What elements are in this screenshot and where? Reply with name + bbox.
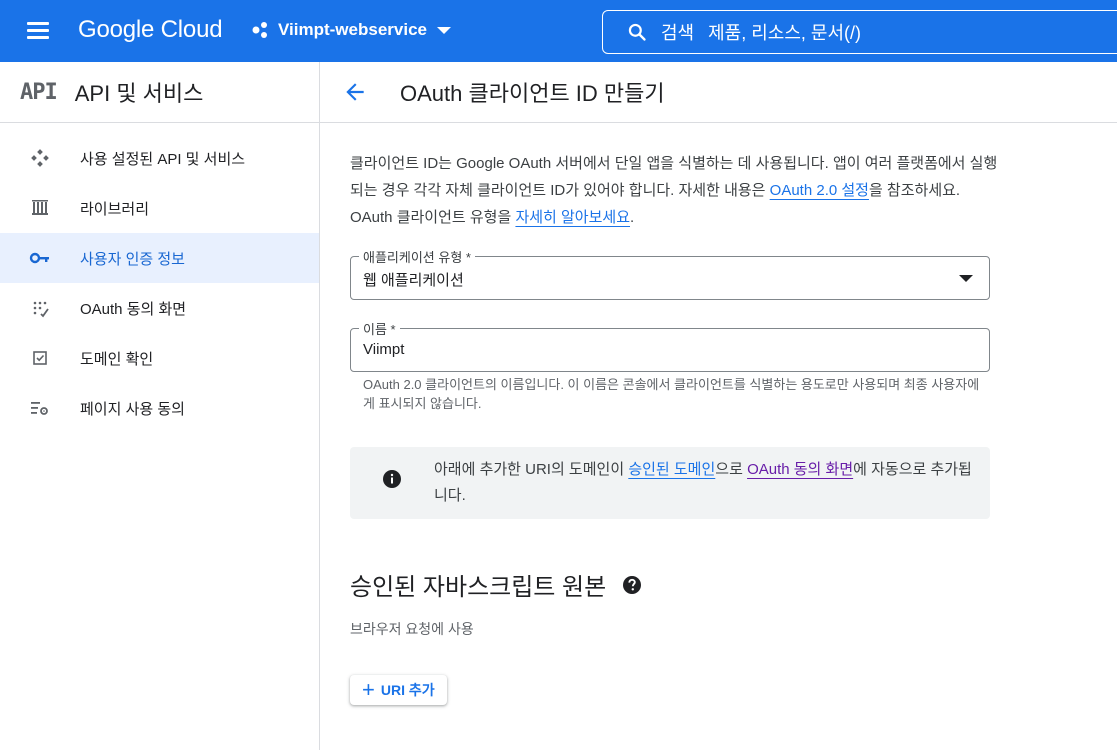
sidebar-item-domain-verification[interactable]: 도메인 확인 (0, 333, 319, 383)
sidebar-item-credentials[interactable]: 사용자 인증 정보 (0, 233, 319, 283)
checkbox-icon (0, 348, 80, 368)
search-input[interactable]: 검색 제품, 리소스, 문서(/) (602, 10, 1117, 54)
section-subtitle: 브라우저 요청에 사용 (350, 621, 474, 637)
name-label: 이름 * (359, 319, 400, 338)
search-placeholder: 검색 제품, 리소스, 문서(/) (661, 23, 862, 43)
hamburger-menu-icon[interactable] (24, 19, 54, 43)
application-type-label: 애플리케이션 유형 * (359, 247, 475, 266)
left-sidebar: API API 및 서비스 사용 설정된 API 및 서비스 라이브러리 사용자… (0, 62, 320, 750)
info-part: 아래에 추가한 URI의 도메인이 (434, 461, 629, 478)
info-part: 으로 (715, 461, 748, 478)
project-name: Viimpt-webservice (278, 20, 427, 39)
chevron-down-icon (436, 26, 451, 34)
help-icon[interactable] (622, 575, 642, 595)
sidebar-header: API API 및 서비스 (0, 62, 319, 123)
name-value[interactable]: Viimpt (363, 341, 404, 358)
sidebar-item-page-usage-agreement[interactable]: 페이지 사용 동의 (0, 383, 319, 433)
sidebar-item-label: 도메인 확인 (80, 350, 154, 368)
sidebar-item-label: 사용자 인증 정보 (80, 250, 185, 268)
application-type-value: 웹 애플리케이션 (363, 272, 464, 289)
dropdown-arrow-icon (959, 275, 973, 282)
consent-dots-icon (0, 298, 80, 318)
page-header: OAuth 클라이언트 ID 만들기 (320, 62, 1117, 123)
sidebar-item-label: 사용 설정된 API 및 서비스 (80, 150, 246, 168)
plus-icon: + (362, 677, 375, 702)
project-selector[interactable]: Viimpt-webservice (250, 20, 451, 40)
learn-more-link[interactable]: 자세히 알아보세요 (515, 209, 630, 226)
sidebar-item-label: OAuth 동의 화면 (80, 300, 187, 318)
info-text: 아래에 추가한 URI의 도메인이 승인된 도메인으로 OAuth 동의 화면에… (434, 457, 974, 509)
description-part: . (630, 209, 635, 226)
api-logo: API (20, 79, 58, 105)
sidebar-item-oauth-consent[interactable]: OAuth 동의 화면 (0, 283, 319, 333)
add-uri-button[interactable]: + URI 추가 (350, 675, 447, 705)
sidebar-item-label: 라이브러리 (80, 200, 150, 218)
google-cloud-logo[interactable]: Google Cloud (78, 16, 223, 44)
application-type-select[interactable]: 애플리케이션 유형 * 웹 애플리케이션 (350, 247, 990, 300)
library-icon (0, 198, 80, 218)
sidebar-item-label: 페이지 사용 동의 (80, 400, 185, 418)
info-notice: 아래에 추가한 URI의 도메인이 승인된 도메인으로 OAuth 동의 화면에… (350, 447, 990, 519)
sidebar-item-library[interactable]: 라이브러리 (0, 183, 319, 233)
js-origins-section: 승인된 자바스크립트 원본 (350, 567, 642, 602)
key-icon (0, 248, 80, 268)
add-uri-label: URI 추가 (380, 682, 435, 698)
page-title: OAuth 클라이언트 ID 만들기 (400, 81, 665, 106)
sidebar-item-enabled-apis[interactable]: 사용 설정된 API 및 서비스 (0, 133, 319, 183)
oauth-consent-screen-link[interactable]: OAuth 동의 화면 (747, 461, 853, 478)
name-hint: OAuth 2.0 클라이언트의 이름입니다. 이 이름은 콘솔에서 클라이언트… (363, 377, 980, 411)
section-heading: 승인된 자바스크립트 원본 (350, 574, 607, 601)
settings-list-icon (0, 398, 80, 418)
description-text: 클라이언트 ID는 Google OAuth 서버에서 단일 앱을 식별하는 데… (350, 150, 1000, 231)
top-bar: Google Cloud Viimpt-webservice 검색 제품, 리소스… (0, 0, 1117, 62)
project-dots-icon (252, 22, 267, 38)
diamond-nodes-icon (0, 148, 80, 168)
back-arrow-icon[interactable] (342, 79, 368, 105)
sidebar-title: API 및 서비스 (74, 81, 204, 106)
authorized-domains-link[interactable]: 승인된 도메인 (628, 461, 715, 478)
oauth-settings-link[interactable]: OAuth 2.0 설정 (770, 182, 869, 199)
info-icon (383, 470, 401, 488)
search-icon (628, 23, 646, 41)
main-content: OAuth 클라이언트 ID 만들기 클라이언트 ID는 Google OAut… (320, 62, 1117, 750)
name-field[interactable]: 이름 * Viimpt (350, 319, 990, 372)
